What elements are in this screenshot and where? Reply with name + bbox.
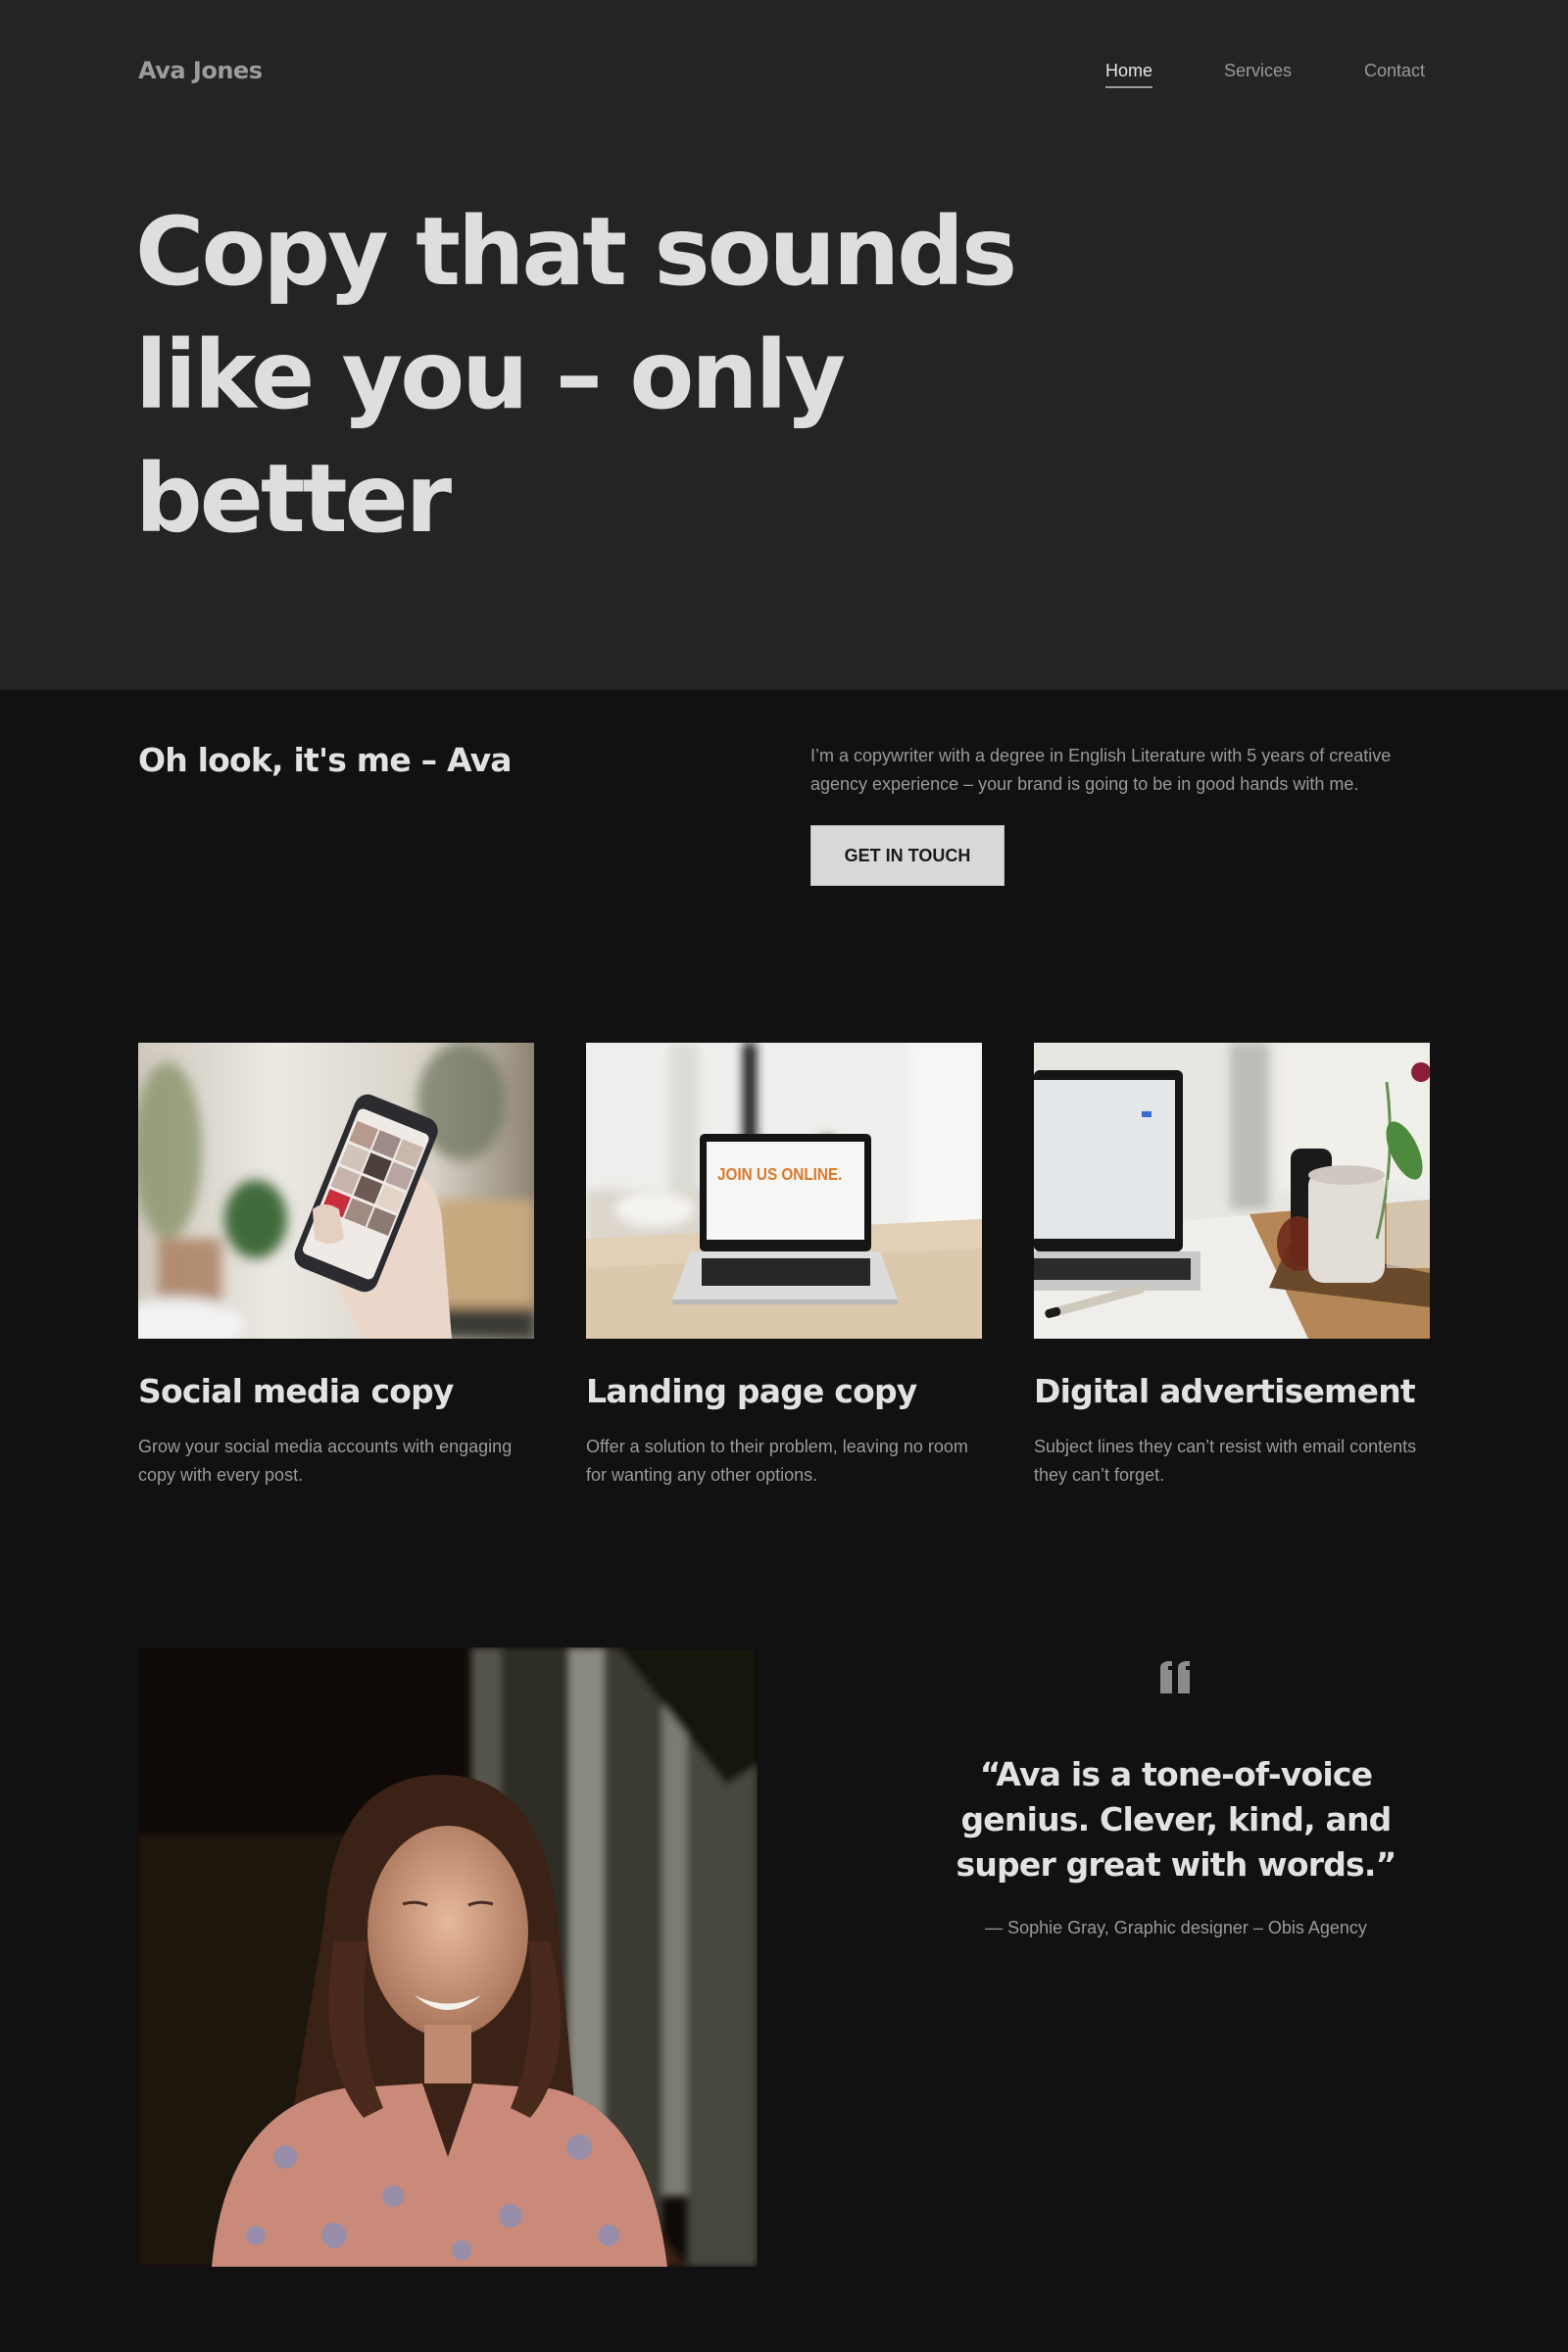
social-media-image xyxy=(138,1043,534,1339)
quote-icon xyxy=(1154,1654,1198,1697)
service-description-social-media: Grow your social media accounts with eng… xyxy=(138,1437,513,1485)
intro-text: I’m a copywriter with a degree in Englis… xyxy=(810,746,1392,794)
hero-header: Ava Jones Home Services Contact Copy tha… xyxy=(0,0,1568,690)
main-nav: Home Services Contact xyxy=(0,61,1568,90)
intro-heading: Oh look, it's me – Ava xyxy=(138,741,513,779)
hero-title: Copy that sounds like you – only better xyxy=(135,197,1017,554)
nav-link-services[interactable]: Services xyxy=(1224,61,1292,81)
service-description-digital-ad: Subject lines they can’t resist with ema… xyxy=(1034,1437,1417,1485)
testimonial-quote: “Ava is a tone-of-voice genius. Clever, … xyxy=(956,1755,1397,1884)
get-in-touch-button[interactable]: GET IN TOUCH xyxy=(810,825,1004,886)
landing-page-image: JOIN US ONLINE. xyxy=(586,1043,982,1339)
testimonial-author: — Sophie Gray, Graphic designer – Obis A… xyxy=(985,1918,1367,1937)
service-title-digital-ad: Digital advertisement xyxy=(1034,1372,1416,1410)
testimonial-portrait-image xyxy=(138,1647,758,2267)
service-description-landing-page: Offer a solution to their problem, leavi… xyxy=(586,1437,968,1485)
laptop-screen-text: JOIN US ONLINE. xyxy=(717,1164,842,1184)
service-title-social-media: Social media copy xyxy=(138,1372,454,1410)
nav-link-home[interactable]: Home xyxy=(1105,61,1153,88)
nav-link-contact[interactable]: Contact xyxy=(1364,61,1425,81)
service-title-landing-page: Landing page copy xyxy=(586,1372,917,1410)
digital-ad-image xyxy=(1034,1043,1430,1339)
